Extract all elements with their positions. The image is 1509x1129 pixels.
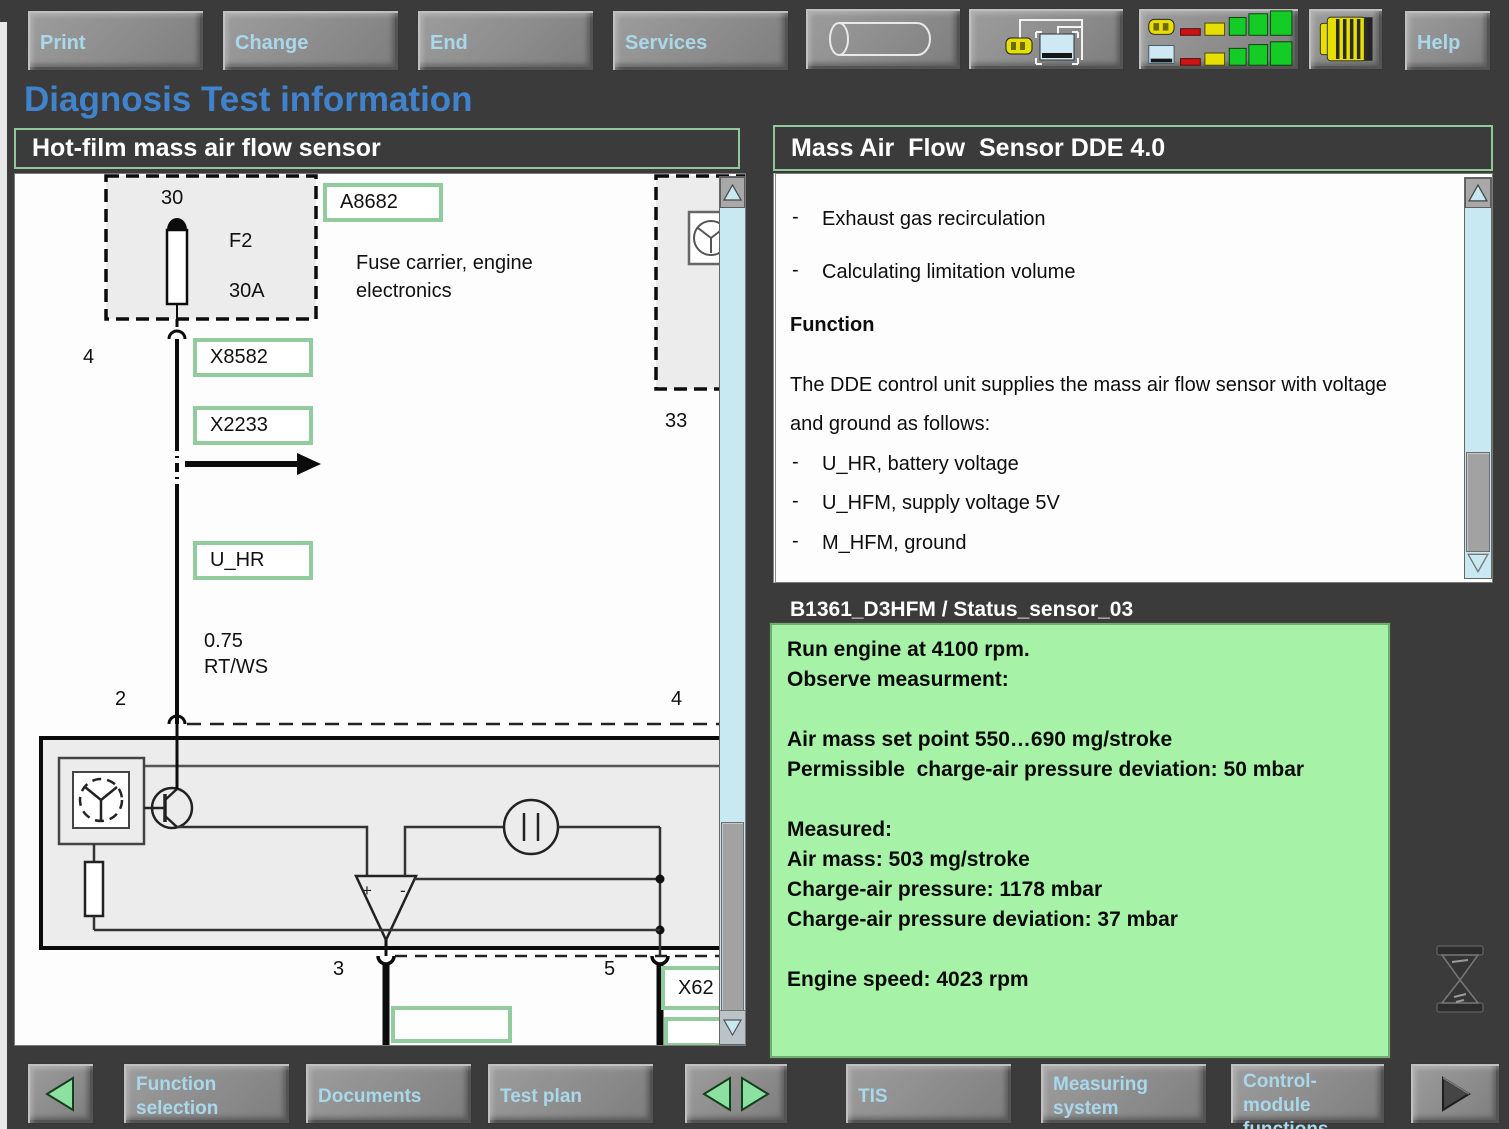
bullet-dash: - bbox=[792, 259, 799, 282]
measurement-status-panel: Run engine at 4100 rpm. Observe measurme… bbox=[770, 623, 1390, 1058]
bullet-dash: - bbox=[792, 490, 799, 513]
hourglass-indicator bbox=[1428, 942, 1492, 1016]
tis-button[interactable]: TIS bbox=[845, 1063, 1012, 1124]
connector-button[interactable] bbox=[1308, 8, 1383, 70]
back-button[interactable] bbox=[27, 1063, 94, 1124]
component-box-a8682-label: A8682 bbox=[340, 191, 398, 214]
services-button[interactable]: Services bbox=[612, 10, 789, 71]
scroll-down-icon bbox=[1467, 553, 1489, 573]
back-arrow-icon bbox=[40, 1074, 82, 1114]
back-forward-arrows-icon bbox=[694, 1074, 778, 1114]
scroll-up-icon bbox=[1468, 184, 1488, 202]
connector-plug-icon bbox=[1313, 12, 1379, 66]
connector-box-blank-center[interactable] bbox=[391, 1006, 512, 1043]
cylinder-icon bbox=[813, 14, 953, 64]
supply-bullet-2: U_HFM, supply voltage 5V bbox=[822, 490, 1060, 516]
wiring-diagram-panel: + - bbox=[14, 173, 746, 1046]
fuse-name-label: F2 bbox=[229, 230, 252, 253]
end-button[interactable]: End bbox=[417, 10, 594, 71]
connector-box-x8582[interactable]: X8582 bbox=[193, 338, 313, 377]
forward-arrow-icon bbox=[1434, 1074, 1476, 1114]
wire-color-label: RT/WS bbox=[204, 656, 268, 679]
page-title: Diagnosis Test information bbox=[24, 80, 473, 120]
diagram-scroll-up-button[interactable] bbox=[720, 177, 745, 208]
pin-5-label: 5 bbox=[604, 958, 615, 981]
terminal-30-label: 30 bbox=[161, 187, 201, 210]
function-paragraph-line1: The DDE control unit supplies the mass a… bbox=[790, 372, 1387, 398]
control-module-functions-button[interactable]: Control-module functions bbox=[1230, 1063, 1385, 1124]
bullet-dash: - bbox=[792, 206, 799, 229]
wiring-diagram-icon bbox=[976, 12, 1116, 66]
info-scroll-up-button[interactable] bbox=[1465, 178, 1491, 208]
documents-button[interactable]: Documents bbox=[305, 1063, 472, 1124]
screen-edge bbox=[0, 22, 7, 1129]
function-selection-button[interactable]: Function selection bbox=[123, 1063, 290, 1124]
signal-box-u-hr[interactable]: U_HR bbox=[193, 541, 313, 580]
dis-diagnosis-screen: Print Change End Services bbox=[0, 0, 1509, 1129]
measuring-system-button[interactable]: Measuring system bbox=[1040, 1063, 1207, 1124]
status-line bbox=[787, 695, 1374, 725]
diagram-panel-title: Hot-film mass air flow sensor bbox=[14, 128, 740, 169]
connector-box-x2233[interactable]: X2233 bbox=[193, 406, 313, 445]
wiring-diagram-button[interactable] bbox=[968, 8, 1124, 70]
status-line: Charge-air pressure deviation: 37 mbar bbox=[787, 905, 1374, 935]
function-paragraph-line2: and ground as follows: bbox=[790, 411, 990, 437]
cylinder-button[interactable] bbox=[805, 8, 961, 70]
pin-4-top-label: 4 bbox=[83, 346, 94, 369]
connector-box-x2233-label: X2233 bbox=[210, 414, 268, 437]
page-back-forward-button[interactable] bbox=[684, 1063, 788, 1124]
connector-box-x62-label: X62 bbox=[678, 977, 714, 1000]
test-plan-button[interactable]: Test plan bbox=[487, 1063, 654, 1124]
function-heading: Function bbox=[790, 312, 874, 338]
wiring-diagram-graphic: + - bbox=[15, 174, 746, 1046]
status-line: Air mass: 503 mg/stroke bbox=[787, 845, 1374, 875]
scroll-down-icon bbox=[723, 1019, 742, 1036]
fuse-carrier-note-line2: electronics bbox=[356, 280, 452, 303]
pin-33-label: 33 bbox=[665, 410, 687, 433]
status-line: Air mass set point 550…690 mg/stroke bbox=[787, 725, 1374, 755]
connector-box-x8582-label: X8582 bbox=[210, 346, 268, 369]
info-bullet-2: Calculating limitation volume bbox=[822, 259, 1075, 285]
status-line: Run engine at 4100 rpm. bbox=[787, 635, 1374, 665]
info-panel-title: Mass Air Flow Sensor DDE 4.0 bbox=[773, 125, 1493, 171]
opamp-minus-sign: - bbox=[400, 881, 406, 900]
info-scrollbar[interactable] bbox=[1464, 177, 1492, 579]
scroll-up-icon bbox=[723, 184, 742, 201]
status-line: Engine speed: 4023 rpm bbox=[787, 965, 1374, 995]
info-bullet-1: Exhaust gas recirculation bbox=[822, 206, 1045, 232]
print-button[interactable]: Print bbox=[27, 10, 204, 71]
supply-bullet-1: U_HR, battery voltage bbox=[822, 451, 1019, 477]
status-line: Observe measurment: bbox=[787, 665, 1374, 695]
diagram-scroll-down-button[interactable] bbox=[720, 1010, 745, 1044]
change-button[interactable]: Change bbox=[222, 10, 399, 71]
pin-4-right-label: 4 bbox=[671, 688, 682, 711]
signal-box-u-hr-label: U_HR bbox=[210, 549, 264, 572]
diagram-scrollbar[interactable] bbox=[719, 176, 746, 1045]
status-line bbox=[787, 785, 1374, 815]
wire-gauge-label: 0.75 bbox=[204, 630, 243, 653]
diagram-scroll-thumb[interactable] bbox=[721, 822, 744, 1014]
fuse-carrier-note-line1: Fuse carrier, engine bbox=[356, 252, 533, 275]
status-line: Measured: bbox=[787, 815, 1374, 845]
signal-levels-icon bbox=[1141, 10, 1296, 68]
fuse-rating-label: 30A bbox=[229, 280, 265, 303]
status-panel-title: B1361_D3HFM / Status_sensor_03 bbox=[790, 598, 1133, 622]
opamp-plus-sign: + bbox=[362, 881, 372, 900]
help-button[interactable]: Help bbox=[1404, 10, 1491, 71]
signal-levels-button[interactable] bbox=[1138, 8, 1299, 70]
supply-bullet-3: M_HFM, ground bbox=[822, 530, 967, 556]
forward-button[interactable] bbox=[1410, 1063, 1500, 1124]
info-scroll-thumb[interactable] bbox=[1466, 452, 1490, 552]
status-line: Charge-air pressure: 1178 mbar bbox=[787, 875, 1374, 905]
bullet-dash: - bbox=[792, 530, 799, 553]
hourglass-icon bbox=[1428, 942, 1492, 1016]
pin-3-label: 3 bbox=[333, 958, 344, 981]
pin-2-label: 2 bbox=[115, 688, 126, 711]
status-line bbox=[787, 935, 1374, 965]
status-line: Permissible charge-air pressure deviatio… bbox=[787, 755, 1374, 785]
info-text-panel: - Exhaust gas recirculation - Calculatin… bbox=[773, 173, 1493, 583]
component-box-a8682[interactable]: A8682 bbox=[323, 183, 443, 222]
bullet-dash: - bbox=[792, 451, 799, 474]
info-scroll-down-button[interactable] bbox=[1465, 548, 1491, 578]
